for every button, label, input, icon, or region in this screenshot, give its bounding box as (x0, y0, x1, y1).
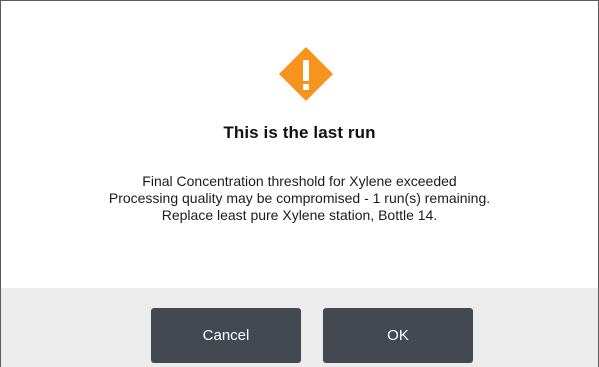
message-line-2: Processing quality may be compromised - … (108, 190, 491, 206)
warning-icon (277, 45, 335, 103)
dialog-message: Final Concentration threshold for Xylene… (1, 173, 598, 224)
dialog-title: This is the last run (223, 123, 376, 142)
message-line-3: Replace least pure Xylene station, Bottl… (161, 207, 438, 223)
ok-button[interactable]: OK (323, 308, 473, 363)
warning-dialog: This is the last run Final Concentration… (0, 0, 599, 367)
cancel-button[interactable]: Cancel (151, 308, 301, 363)
message-line-1: Final Concentration threshold for Xylene… (142, 173, 457, 189)
